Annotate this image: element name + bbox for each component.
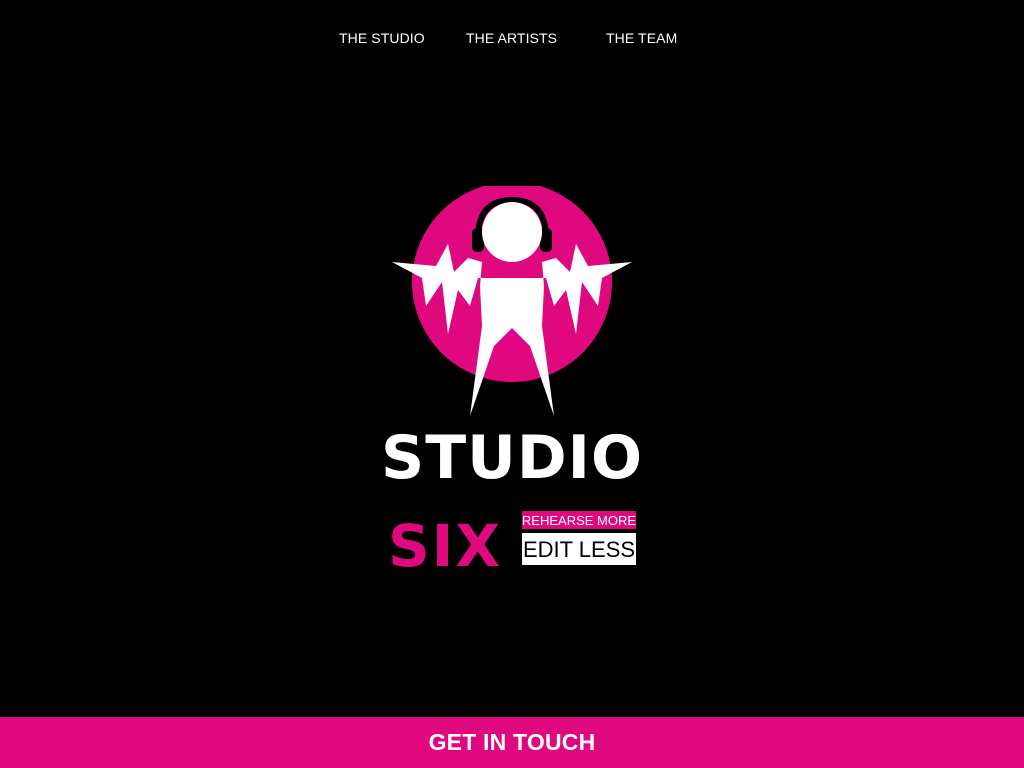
wordmark-studio: STUDIO <box>384 423 640 493</box>
tagline-rehearse-more: REHEARSE MORE <box>522 513 636 528</box>
get-in-touch-label: GET IN TOUCH <box>428 729 596 755</box>
top-navigation: THE STUDIO THE ARTISTS THE TEAM <box>0 30 1024 50</box>
nav-link-the-team[interactable]: THE TEAM <box>606 30 677 46</box>
figure-head <box>482 202 542 262</box>
wordmark-six: SIX <box>388 512 502 572</box>
get-in-touch-button[interactable]: GET IN TOUCH <box>0 717 1024 768</box>
tagline-edit-less: EDIT LESS <box>523 537 635 562</box>
landing-page: THE STUDIO THE ARTISTS THE TEAM STUDIO S… <box>0 0 1024 768</box>
studio-six-logo: STUDIO SIX REHEARSE MORE EDIT LESS <box>384 186 640 572</box>
nav-link-the-studio[interactable]: THE STUDIO <box>339 30 425 46</box>
nav-link-the-artists[interactable]: THE ARTISTS <box>466 30 557 46</box>
